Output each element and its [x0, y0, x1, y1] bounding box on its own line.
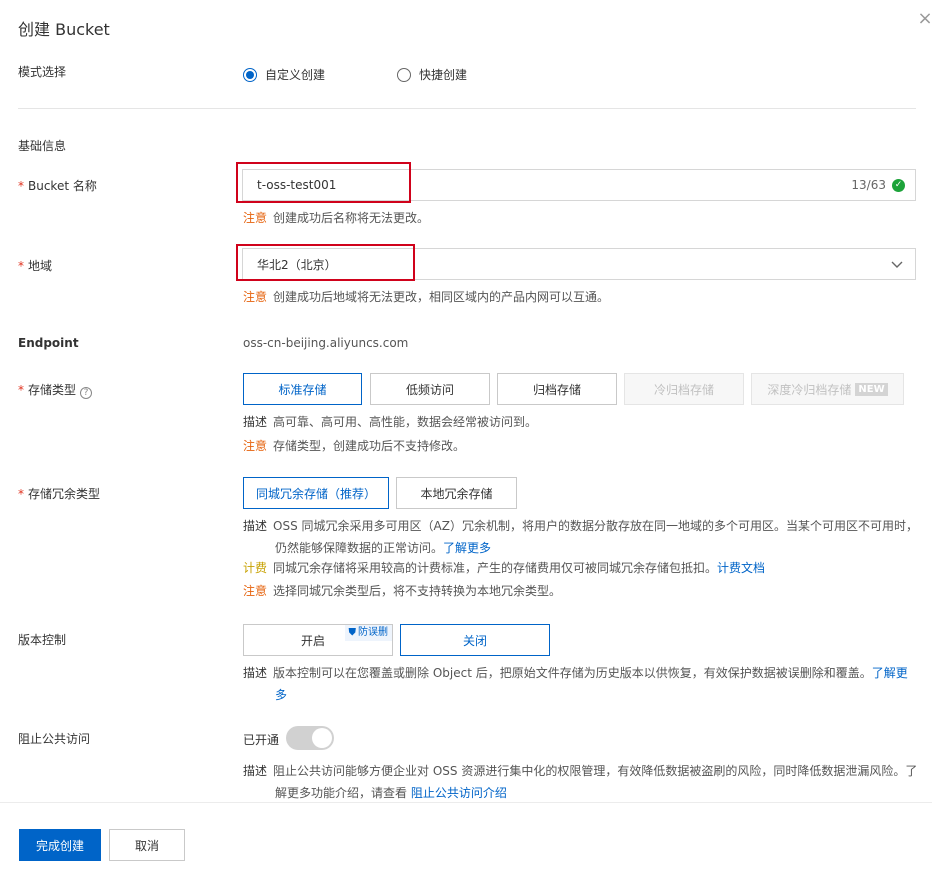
storage-class-label: * 存储类型? [18, 381, 93, 399]
radio-custom-create[interactable]: 自定义创建 [243, 66, 325, 83]
versioning-desc: 描述 版本控制可以在您覆盖或删除 Object 后，把原始文件存储为历史版本以供恢… [243, 666, 908, 702]
protect-badge: ⛊ 防误删 [344, 625, 392, 641]
storage-class-desc: 描述 高可靠、高可用、高性能，数据会经常被访问到。 [243, 415, 538, 429]
redundancy-zrs-button[interactable]: 同城冗余存储（推荐） [243, 477, 389, 509]
toggle-knob [312, 728, 332, 748]
learn-more-link[interactable]: 了解更多 [443, 541, 491, 555]
new-badge: NEW [855, 382, 888, 396]
radio-dot-icon [397, 67, 411, 82]
storage-deep-cold-archive-button[interactable]: 深度冷归档存储 NEW [751, 373, 904, 405]
storage-infrequent-button[interactable]: 低频访问 [370, 373, 490, 405]
endpoint-value: oss-cn-beijing.aliyuncs.com [243, 336, 409, 350]
public-block-label: 阻止公共访问 [18, 732, 91, 746]
endpoint-label: Endpoint [18, 336, 79, 350]
radio-quick-create[interactable]: 快捷创建 [397, 66, 467, 83]
storage-class-note: 注意 存储类型，创建成功后不支持修改。 [243, 439, 466, 453]
bucket-name-counter: 13/63 [851, 178, 886, 192]
confirm-create-button[interactable]: 完成创建 [19, 829, 101, 861]
public-block-desc: 描述 阻止公共访问能够方便企业对 OSS 资源进行集中化的权限管理，有效降低数据被… [243, 764, 918, 800]
bucket-name-label: * Bucket 名称 [18, 179, 97, 193]
redundancy-lrs-button[interactable]: 本地冗余存储 [396, 477, 517, 509]
storage-archive-button[interactable]: 归档存储 [497, 373, 617, 405]
redundancy-fee: 计费 同城冗余存储将采用较高的计费标准，产生的存储费用仅可被同城冗余存储包抵扣。计… [243, 561, 766, 575]
highlight-box-region [236, 244, 415, 281]
billing-doc-link[interactable]: 计费文档 [717, 561, 765, 575]
radio-dot-icon [243, 67, 257, 82]
public-block-toggle[interactable] [286, 726, 334, 750]
region-label: * 地域 [18, 259, 53, 273]
mode-label: 模式选择 [18, 65, 67, 79]
redundancy-note: 注意 选择同城冗余类型后，将不支持转换为本地冗余类型。 [243, 584, 562, 598]
highlight-box-bucket-name [236, 162, 411, 203]
close-icon[interactable]: × [916, 10, 932, 28]
cancel-button[interactable]: 取消 [109, 829, 185, 861]
storage-standard-button[interactable]: 标准存储 [243, 373, 362, 405]
basic-info-heading: 基础信息 [18, 139, 67, 153]
versioning-label: 版本控制 [18, 633, 67, 647]
versioning-learn-more-link-cont[interactable]: 多 [275, 688, 287, 702]
region-note: 注意 创建成功后地域将无法更改，相同区域内的产品内网可以互通。 [243, 290, 610, 304]
public-block-intro-link[interactable]: 阻止公共访问介绍 [411, 786, 507, 800]
help-icon[interactable]: ? [80, 387, 93, 399]
footer-divider [0, 802, 932, 803]
section-divider [18, 108, 916, 109]
redundancy-label: * 存储冗余类型 [18, 487, 101, 501]
versioning-off-button[interactable]: 关闭 [400, 624, 550, 656]
versioning-learn-more-link[interactable]: 了解更 [872, 666, 908, 680]
versioning-on-button[interactable]: 开启 ⛊ 防误删 [243, 624, 393, 656]
radio-custom-label: 自定义创建 [265, 68, 326, 82]
check-circle-icon: ✓ [892, 178, 905, 192]
bucket-name-note: 注意 创建成功后名称将无法更改。 [243, 211, 430, 225]
dialog-title: 创建 Bucket [18, 20, 110, 39]
public-block-status: 已开通 [243, 733, 280, 747]
redundancy-desc: 描述 OSS 同城冗余采用多可用区（AZ）冗余机制，将用户的数据分散存放在同一地域… [243, 519, 918, 555]
shield-icon: ⛊ [348, 627, 357, 638]
radio-quick-label: 快捷创建 [419, 68, 468, 82]
chevron-down-icon [891, 261, 903, 268]
storage-cold-archive-button[interactable]: 冷归档存储 [624, 373, 744, 405]
